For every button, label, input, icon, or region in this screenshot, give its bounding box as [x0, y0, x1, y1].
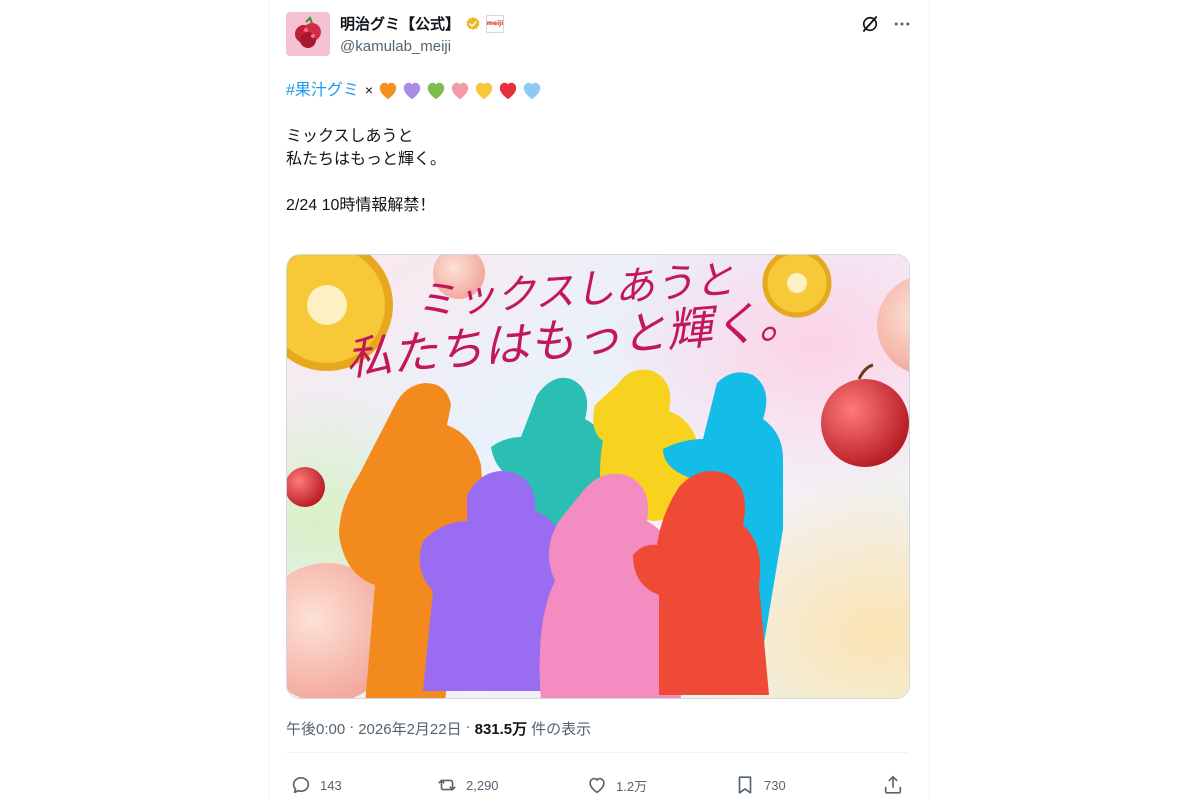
action-bar: 143 2,290 1.2万 730	[286, 774, 908, 798]
tweet-line: ミックスしあうと	[286, 128, 414, 145]
views-label: 件の表示	[531, 721, 592, 738]
bookmark-count: 730	[764, 777, 786, 793]
tweet-line: 2/24 10時情報解禁！	[286, 197, 436, 214]
emoji-hearts	[377, 80, 545, 100]
repost-icon	[438, 779, 456, 791]
affiliate-logo[interactable]: meiji	[486, 14, 505, 33]
views-count: 831.5万	[474, 721, 528, 738]
handle[interactable]: @kamulab_meiji	[340, 38, 451, 55]
heart-icon	[589, 777, 605, 794]
heart-emoji-icon	[499, 82, 517, 100]
display-name[interactable]: 明治グミ【公式】	[340, 13, 460, 34]
times-symbol: ×	[364, 81, 374, 98]
like-button[interactable]: 1.2万	[586, 774, 647, 796]
repost-button[interactable]: 2,290	[436, 774, 499, 796]
share-icon	[884, 775, 902, 794]
heart-emoji-icon	[427, 82, 445, 100]
meta-separator: ·	[349, 718, 355, 735]
meta-separator: ·	[465, 718, 471, 735]
heart-emoji-icon	[379, 82, 397, 100]
tweet-meta: 午後0:00 · 2026年2月22日 · 831.5万 件の表示	[286, 718, 591, 739]
tweet-image[interactable]: ミックスしあうと 私たちはもっと輝く。	[286, 254, 910, 699]
grok-icon[interactable]	[858, 12, 882, 36]
share-button[interactable]	[882, 774, 904, 796]
like-count: 1.2万	[616, 778, 648, 794]
reply-count: 143	[320, 777, 342, 793]
tweet-time[interactable]: 午後0:00	[286, 718, 345, 739]
heart-emoji-icon	[451, 82, 469, 100]
heart-emoji-icon	[403, 82, 421, 100]
repost-count: 2,290	[466, 777, 499, 793]
bookmark-icon	[738, 776, 752, 794]
reply-icon	[292, 777, 310, 794]
tweet-line: 私たちはもっと輝く。	[286, 151, 447, 168]
tweet-date[interactable]: 2026年2月22日	[358, 718, 461, 739]
divider	[286, 752, 908, 753]
reply-button[interactable]: 143	[290, 774, 342, 796]
more-options-icon[interactable]	[890, 12, 914, 36]
avatar[interactable]	[286, 12, 330, 56]
tweet-text: #果汁グミ × ミックスしあうと 私たちはもっと輝く。 2/24 10時情報解禁…	[286, 78, 906, 217]
bookmark-button[interactable]: 730	[734, 774, 786, 796]
hashtag-link[interactable]: #果汁グミ	[286, 79, 359, 102]
heart-emoji-icon	[475, 82, 493, 100]
heart-emoji-icon	[523, 82, 541, 100]
verified-badge-icon	[466, 16, 480, 30]
